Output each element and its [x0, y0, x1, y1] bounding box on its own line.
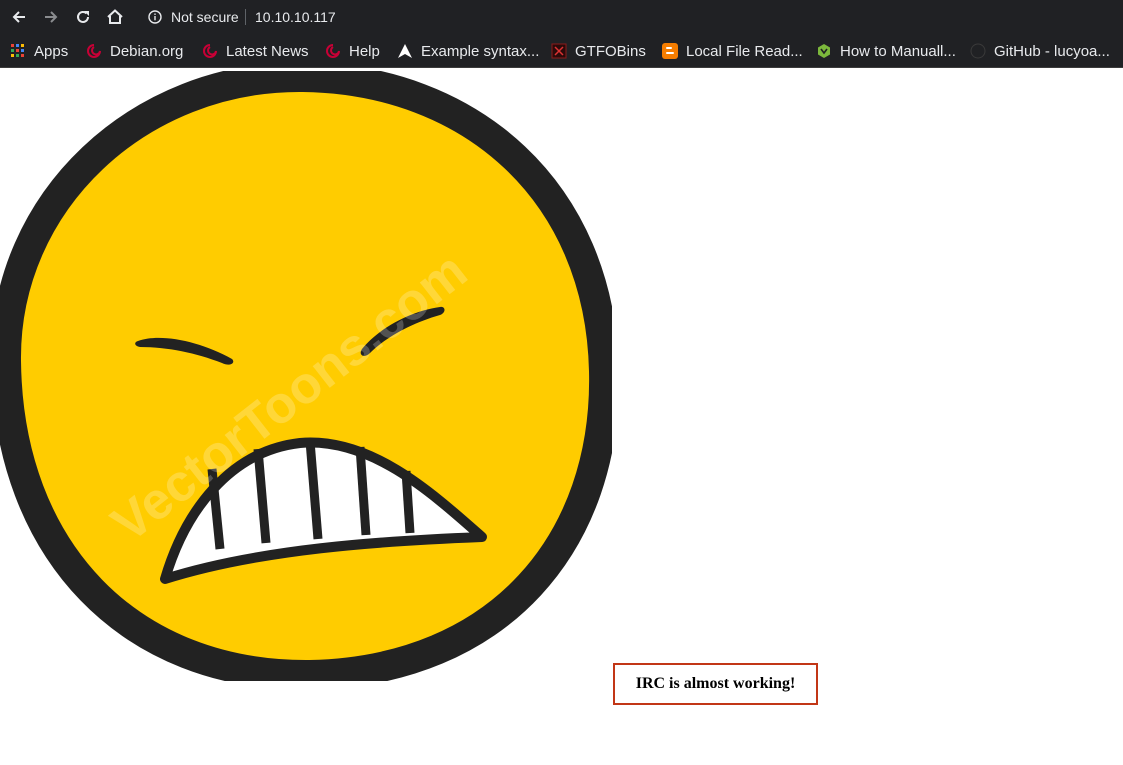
- security-status[interactable]: Not secure: [171, 8, 239, 26]
- bookmark-label: GTFOBins: [575, 42, 646, 60]
- bookmark-label: GitHub - lucyoa...: [994, 42, 1110, 60]
- url-text[interactable]: 10.10.10.117: [255, 8, 336, 26]
- back-icon: [12, 11, 25, 23]
- reload-icon: [77, 10, 89, 23]
- bookmark-label: How to Manuall...: [840, 42, 956, 60]
- bookmark-latest-news[interactable]: Latest News: [202, 41, 309, 61]
- bookmark-how-to-manually[interactable]: How to Manuall...: [816, 41, 956, 61]
- reload-button[interactable]: [71, 5, 95, 29]
- bookmark-gtfobins[interactable]: GTFOBins: [551, 41, 646, 61]
- info-icon[interactable]: [148, 10, 162, 24]
- bookmark-help[interactable]: Help: [325, 41, 380, 61]
- forward-icon: [45, 11, 58, 23]
- page-content: VectorToons.com IRC is almost working!: [0, 68, 1123, 765]
- home-button[interactable]: [103, 5, 127, 29]
- bookmark-label: Example syntax...: [421, 42, 540, 60]
- home-icon: [107, 9, 123, 24]
- tooth-line: [401, 470, 415, 534]
- green-site-icon: [816, 43, 832, 59]
- message-box: IRC is almost working!: [613, 663, 818, 705]
- browser-toolbar: Not secure 10.10.10.117: [0, 0, 1123, 34]
- bookmark-github[interactable]: GitHub - lucyoa...: [970, 41, 1110, 61]
- blogger-icon: [662, 43, 678, 59]
- bookmark-label: Help: [349, 42, 380, 60]
- bookmark-apps[interactable]: Apps: [10, 41, 68, 61]
- bookmarks-bar: Apps Debian.org Latest News Help Example…: [0, 34, 1123, 68]
- omnibox-divider: [245, 9, 246, 25]
- bookmark-label: Apps: [34, 42, 69, 60]
- tooth-line: [355, 446, 371, 536]
- arch-icon: [397, 43, 413, 59]
- bookmark-label: Latest News: [226, 42, 309, 60]
- gtfobins-icon: [551, 43, 567, 59]
- bookmark-example-syntax[interactable]: Example syntax...: [397, 41, 539, 61]
- bookmark-debian[interactable]: Debian.org: [86, 41, 183, 61]
- debian-icon: [325, 43, 341, 59]
- bookmark-label: Debian.org: [110, 42, 184, 60]
- debian-icon: [202, 43, 218, 59]
- forward-button[interactable]: [39, 5, 63, 29]
- angry-face-image: VectorToons.com: [0, 71, 612, 681]
- bookmark-local-file-read[interactable]: Local File Read...: [662, 41, 803, 61]
- apps-grid-icon: [10, 43, 26, 59]
- address-bar[interactable]: Not secure 10.10.10.117: [138, 3, 1123, 31]
- bookmark-label: Local File Read...: [686, 42, 803, 60]
- irc-status-message: IRC is almost working!: [635, 675, 796, 692]
- github-icon: [970, 43, 986, 59]
- back-button[interactable]: [7, 5, 31, 29]
- debian-icon: [86, 43, 102, 59]
